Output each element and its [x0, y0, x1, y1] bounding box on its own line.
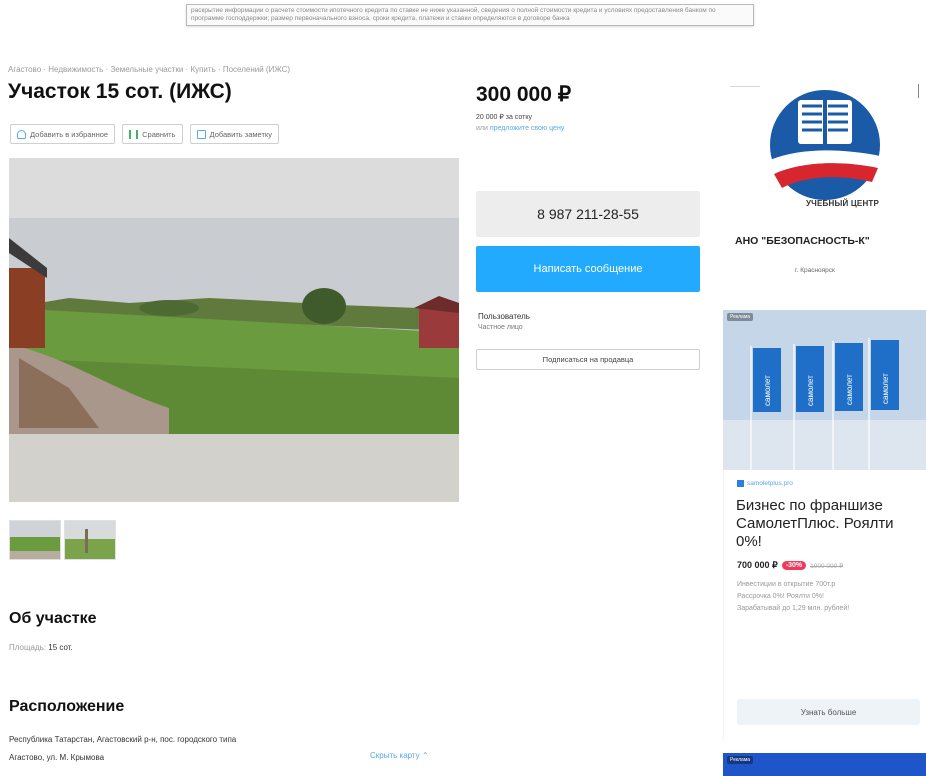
address-line-1: Республика Татарстан, Агастовский р-н, п…: [9, 735, 237, 744]
flags-photo: самолет самолет самолет самолет: [723, 310, 926, 470]
about-heading: Об участке: [9, 610, 97, 627]
breadcrumb: Агастово · Недвижимость · Земельные учас…: [8, 65, 291, 74]
location-heading: Расположение: [9, 698, 125, 715]
subscribe-seller-button[interactable]: Подписаться на продавца: [476, 349, 700, 370]
hide-map-link[interactable]: Скрыть карту ⌃: [370, 751, 429, 760]
school-logo: [770, 90, 880, 200]
area-value: 15 сот.: [48, 643, 73, 652]
price-offer: или предложите свою цену: [476, 125, 564, 132]
learn-more-label: Узнать больше: [800, 707, 857, 717]
flag-2-text: самолет: [806, 375, 815, 406]
note-icon: [196, 129, 206, 139]
ad-label: Реклама: [727, 756, 754, 764]
thumbnail-strip: [9, 520, 116, 560]
ad-banner-bottom[interactable]: [723, 753, 926, 776]
thumbnail-image: [10, 521, 60, 559]
add-favorite-button[interactable]: Добавить в избранное: [10, 124, 116, 144]
address-line-2: Агастово, ул. М. Крымова: [9, 753, 105, 762]
price-offer-prefix: или: [476, 125, 488, 132]
ad-title[interactable]: Бизнес по франшизе СамолетПлюс. Роялти 0…: [736, 497, 922, 551]
add-favorite-label: Добавить в избранное: [30, 129, 109, 139]
school-caption: УЧЕБНЫЙ ЦЕНТР: [806, 199, 880, 208]
thumbnail-1[interactable]: [9, 520, 61, 560]
breadcrumb-item[interactable]: Купить: [190, 65, 215, 74]
breadcrumb-item[interactable]: Земельные участки: [110, 65, 183, 74]
ad-domain[interactable]: samoletplus.pro: [737, 480, 793, 487]
school-city: г. Красноярск: [795, 267, 835, 274]
listing-actions: Добавить в избранное Сравнить Добавить з…: [10, 124, 279, 144]
offer-price-link[interactable]: предложите свою цену: [490, 125, 564, 132]
ad-desc-line: Инвестиции в открытие 700т.р: [737, 581, 836, 588]
thumbnail-image: [65, 521, 115, 559]
compare-label: Сравнить: [142, 129, 176, 139]
price: 300 000 ₽: [476, 83, 572, 106]
ad-label: Реклама: [727, 313, 754, 321]
ad-image: самолет самолет самолет самолет: [723, 310, 926, 470]
area-field: Площадь: 15 сот.: [9, 643, 73, 652]
flag-4-text: самолет: [881, 373, 890, 404]
ad-description: Инвестиции в открытие 700т.р Рассрочка 0…: [737, 579, 920, 615]
old-price: 1000 000 ₽: [810, 562, 844, 570]
breadcrumb-item[interactable]: Поселений (ИЖС): [223, 65, 290, 74]
ad-desc-line: Зарабатывай до 1,29 млн. рублей!: [737, 605, 850, 612]
compare-icon: [129, 129, 139, 139]
disclaimer-banner: раскрытие информации о расчете стоимости…: [186, 4, 754, 26]
write-message-button[interactable]: Написать сообщение: [476, 246, 700, 292]
ad-divider: [730, 86, 760, 87]
seller-name[interactable]: Пользователь: [478, 312, 530, 321]
show-phone-button[interactable]: 8 987 211-28-55: [476, 191, 700, 237]
flag-3-text: самолет: [845, 374, 854, 405]
breadcrumb-item[interactable]: Недвижимость: [48, 65, 103, 74]
add-note-button[interactable]: Добавить заметку: [189, 124, 279, 144]
thumbnail-2[interactable]: [64, 520, 116, 560]
ad-price: 700 000 ₽ -30% 1000 000 ₽: [737, 560, 843, 571]
breadcrumb-item[interactable]: Агастово: [8, 65, 41, 74]
ad-menu-icon[interactable]: [918, 84, 922, 98]
main-photo[interactable]: [9, 158, 459, 502]
area-label: Площадь:: [9, 643, 47, 652]
write-message-label: Написать сообщение: [533, 263, 643, 275]
favicon-icon: [737, 480, 744, 487]
page-title: Участок 15 сот. (ИЖС): [8, 80, 232, 103]
subscribe-label: Подписаться на продавца: [542, 355, 634, 364]
school-name: АНО "БЕЗОПАСНОСТЬ-К": [735, 235, 870, 247]
phone-number: 8 987 211-28-55: [537, 206, 639, 222]
price-per-unit: 20 000 ₽ за сотку: [476, 114, 532, 121]
heart-icon: [17, 129, 26, 139]
compare-button[interactable]: Сравнить: [122, 124, 183, 144]
flag-1-text: самолет: [763, 375, 772, 406]
land-plot-photo: [9, 158, 459, 502]
add-note-label: Добавить заметку: [209, 129, 272, 139]
ad-price-value: 700 000 ₽: [737, 560, 778, 570]
seller-type: Частное лицо: [478, 324, 523, 331]
learn-more-button[interactable]: Узнать больше: [737, 699, 920, 725]
address: Республика Татарстан, Агастовский р-н, п…: [9, 731, 349, 767]
ad-domain-text: samoletplus.pro: [747, 480, 793, 487]
discount-badge: -30%: [781, 561, 807, 570]
ad-desc-line: Рассрочка 0%! Роялти 0%!: [737, 593, 824, 600]
